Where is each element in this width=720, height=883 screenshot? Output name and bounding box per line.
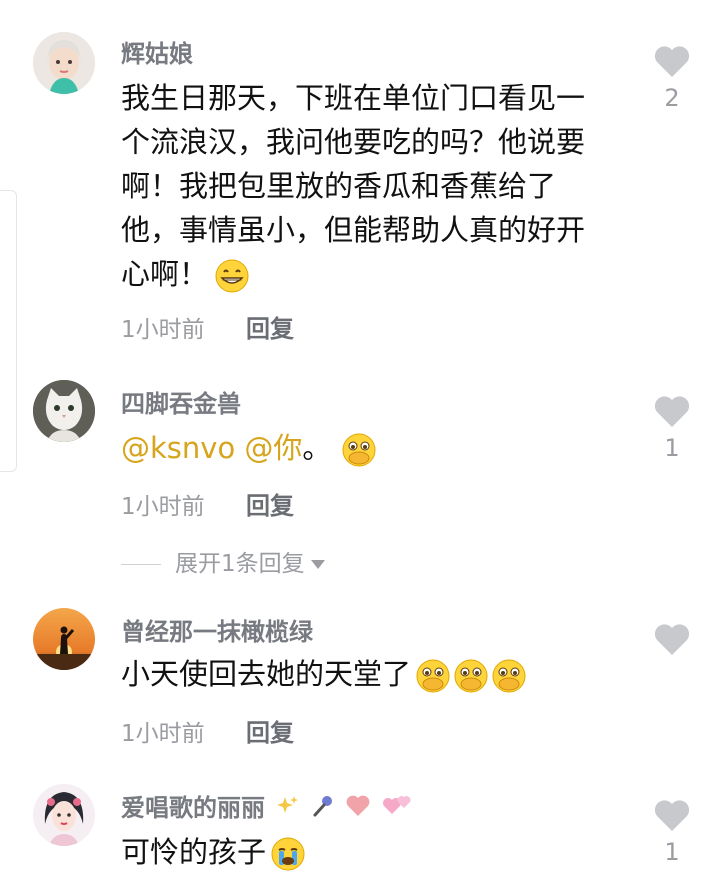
comment-text: 小天使回去她的天堂了 — [121, 652, 621, 696]
comment-text-line: 他，事情虽小，但能帮助人真的好开 — [121, 213, 586, 247]
comment-username[interactable]: 四脚吞金兽 — [121, 384, 241, 419]
expand-replies-button[interactable]: 展开1条回复 — [121, 544, 325, 578]
pleading-hands-emoji — [453, 658, 489, 694]
mention-link[interactable]: @ksnvo @你 — [121, 431, 302, 465]
comment-text-content: 小天使回去她的天堂了 — [121, 657, 412, 691]
like-button[interactable] — [650, 622, 694, 662]
sparkles-icon — [277, 795, 299, 823]
heart-icon — [654, 396, 690, 427]
comment-text-line: 我生日那天，下班在单位门口看见一 — [121, 81, 586, 115]
comment-username-text: 爱唱歌的丽丽 — [121, 794, 265, 822]
reply-button[interactable]: 回复 — [246, 309, 294, 344]
comment-text-line: 心啊！ — [121, 257, 209, 291]
heart-icon — [346, 795, 370, 823]
chevron-down-icon — [310, 560, 325, 569]
comment-text-content: 。 — [302, 431, 332, 465]
like-count: 1 — [664, 434, 680, 462]
microphone-icon — [312, 794, 334, 824]
comment-text-line: 心啊！ — [121, 252, 621, 296]
comment-time: 1小时前 — [121, 494, 205, 520]
heart-icon — [654, 624, 690, 655]
like-button[interactable]: 1 — [650, 394, 694, 462]
comment-text: 我生日那天，下班在单位门口看见一 个流浪汉，我问他要吃的吗？他说要 啊！我把包里… — [121, 76, 621, 296]
pleading-hands-emoji — [341, 432, 377, 468]
pleading-hands-emoji — [491, 658, 527, 694]
like-count: 1 — [664, 838, 680, 866]
avatar[interactable] — [33, 32, 95, 94]
reply-button[interactable]: 回复 — [246, 486, 294, 521]
heart-icon — [654, 800, 690, 831]
comment-text-line: 个流浪汉，我问他要吃的吗？他说要 — [121, 125, 586, 159]
pleading-hands-emoji — [415, 658, 451, 694]
like-button[interactable]: 2 — [650, 44, 694, 112]
comment-time: 1小时前 — [121, 317, 205, 343]
expand-divider — [121, 564, 161, 565]
two-hearts-icon — [382, 794, 412, 824]
comment-text-line: 啊！我把包里放的香瓜和香蕉给了 — [121, 169, 557, 203]
comment-time: 1小时前 — [121, 721, 205, 747]
comment-text: @ksnvo @你。 — [121, 426, 621, 470]
side-panel-edge — [0, 190, 17, 472]
comment-username[interactable]: 爱唱歌的丽丽 — [121, 788, 412, 824]
like-button[interactable]: 1 — [650, 798, 694, 866]
crying-emoji — [270, 836, 306, 872]
reply-button[interactable]: 回复 — [246, 713, 294, 748]
avatar[interactable] — [33, 784, 95, 846]
avatar[interactable] — [33, 380, 95, 442]
like-count: 2 — [664, 84, 680, 112]
expand-replies-label: 展开1条回复 — [175, 551, 305, 577]
grin-emoji — [214, 258, 250, 294]
avatar[interactable] — [33, 608, 95, 670]
comment-username[interactable]: 曾经那一抹橄榄绿 — [121, 612, 313, 647]
heart-icon — [654, 46, 690, 77]
comment-text: 可怜的孩子 — [121, 830, 621, 874]
comment-username[interactable]: 辉姑娘 — [121, 34, 193, 69]
comment-text-content: 可怜的孩子 — [121, 835, 267, 869]
